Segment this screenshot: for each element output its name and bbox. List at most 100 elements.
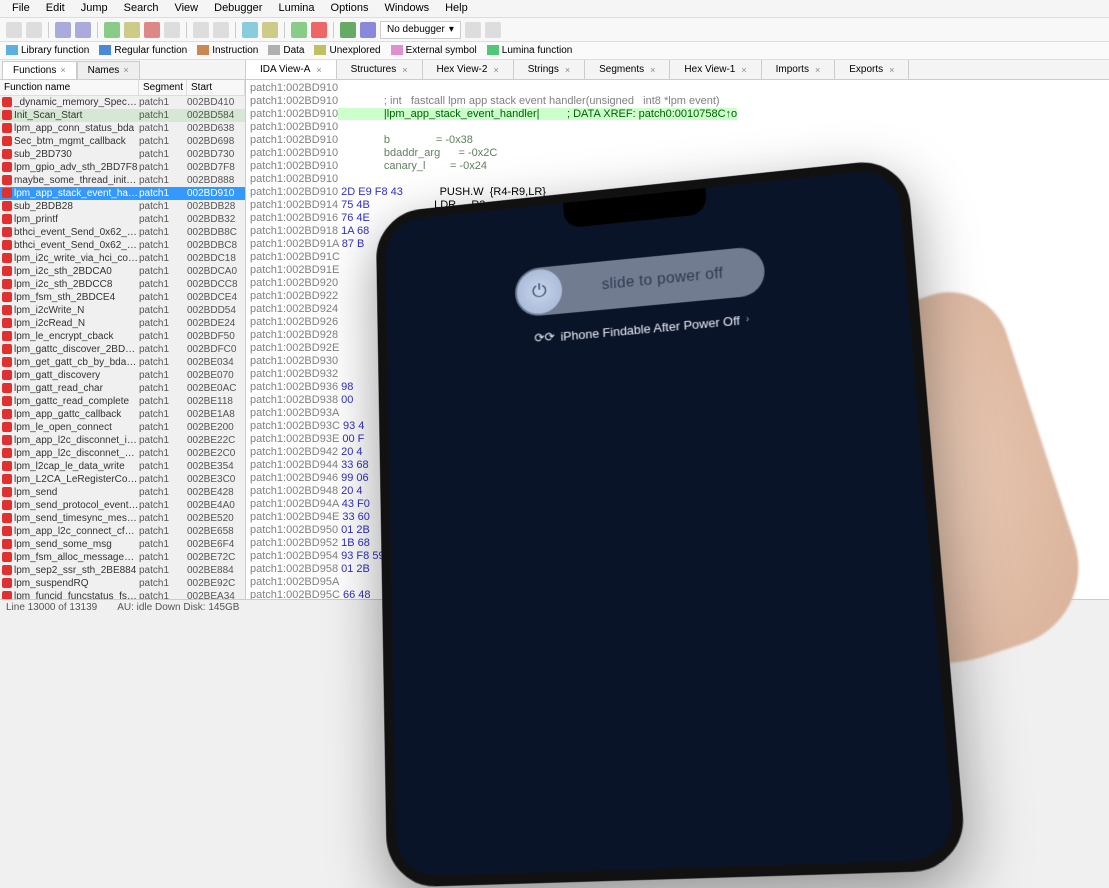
tab-exports[interactable]: Exports× <box>835 60 909 79</box>
dbg1-icon[interactable] <box>465 22 481 38</box>
menu-file[interactable]: File <box>4 0 38 17</box>
disasm-line[interactable]: patch1:002BD93A <box>250 407 1109 420</box>
col-start[interactable]: Start <box>187 80 245 95</box>
disasm-line[interactable]: patch1:002BD910 b = -0x38 <box>250 134 1109 147</box>
close-icon[interactable]: × <box>60 65 65 75</box>
disasm-line[interactable]: patch1:002BD936 98 <box>250 381 1109 394</box>
disasm-line[interactable]: patch1:002BD916 76 4E LDR R6, =... <box>250 212 1109 225</box>
disasm-line[interactable]: patch1:002BD910 <box>250 82 1109 95</box>
menu-search[interactable]: Search <box>116 0 167 17</box>
pause-icon[interactable] <box>360 22 376 38</box>
disasm-line[interactable]: patch1:002BD920 <box>250 277 1109 290</box>
tab-segments[interactable]: Segments× <box>585 60 670 79</box>
function-row[interactable]: bthci_event_Send_0x62_CommandC…patch1002… <box>0 226 245 239</box>
function-row[interactable]: maybe_some_thread_init_2BD888patch1002BD… <box>0 174 245 187</box>
disasm-line[interactable]: patch1:002BD944 33 68 <box>250 459 1109 472</box>
function-row[interactable]: lpm_suspendRQpatch1002BE92C <box>0 577 245 590</box>
dbg2-icon[interactable] <box>485 22 501 38</box>
disasm-line[interactable]: patch1:002BD926 <box>250 316 1109 329</box>
disassembly-view[interactable]: patch1:002BD910patch1:002BD910 ; int fas… <box>246 80 1109 599</box>
tab-imports[interactable]: Imports× <box>762 60 836 79</box>
menu-debugger[interactable]: Debugger <box>206 0 270 17</box>
disasm-line[interactable]: patch1:002BD918 1A 68 <box>250 225 1109 238</box>
function-row[interactable]: lpm_L2CA_LeRegisterConnectpatch1002BE3C0 <box>0 473 245 486</box>
menu-windows[interactable]: Windows <box>376 0 437 17</box>
disasm-line[interactable]: patch1:002BD950 01 2B <box>250 524 1109 537</box>
tab-hex-view-2[interactable]: Hex View-2× <box>423 60 514 79</box>
function-row[interactable]: Sec_btm_mgmt_callbackpatch1002BD698 <box>0 135 245 148</box>
disasm-line[interactable]: patch1:002BD928 et_handl <box>250 329 1109 342</box>
function-row[interactable]: lpm_i2c_sth_2BDCC8patch1002BDCC8 <box>0 278 245 291</box>
menu-jump[interactable]: Jump <box>73 0 116 17</box>
disasm-line[interactable]: patch1:002BD930 <box>250 355 1109 368</box>
str-icon[interactable] <box>262 22 278 38</box>
col-segment[interactable]: Segment <box>139 80 187 95</box>
disasm-line[interactable]: patch1:002BD91E <box>250 264 1109 277</box>
play-icon[interactable] <box>340 22 356 38</box>
fn-icon[interactable] <box>213 22 229 38</box>
function-row[interactable]: lpm_i2c_sth_2BDCA0patch1002BDCA0 <box>0 265 245 278</box>
function-row[interactable]: lpm_gattc_read_completepatch1002BE118 <box>0 395 245 408</box>
menu-view[interactable]: View <box>166 0 206 17</box>
disasm-line[interactable]: patch1:002BD938 00 <box>250 394 1109 407</box>
function-row[interactable]: Init_Scan_Startpatch1002BD584 <box>0 109 245 122</box>
menu-lumina[interactable]: Lumina <box>270 0 322 17</box>
function-row[interactable]: lpm_app_stack_event_handlerpatch1002BD91… <box>0 187 245 200</box>
function-row[interactable]: lpm_send_timesync_messagepatch1002BE520 <box>0 512 245 525</box>
disasm-line[interactable]: patch1:002BD910 canary_l = -0x24 <box>250 160 1109 173</box>
save-icon[interactable] <box>26 22 42 38</box>
disasm-line[interactable]: patch1:002BD922 <box>250 290 1109 303</box>
disasm-line[interactable]: patch1:002BD93C 93 4 <box>250 420 1109 433</box>
tab-hex-view-1[interactable]: Hex View-1× <box>670 60 761 79</box>
disasm-line[interactable]: patch1:002BD946 99 06 <box>250 472 1109 485</box>
close-icon[interactable]: × <box>123 65 128 75</box>
search-icon[interactable] <box>164 22 180 38</box>
function-row[interactable]: lpm_send_some_msgpatch1002BE6F4 <box>0 538 245 551</box>
function-row[interactable]: lpm_le_encrypt_cbackpatch1002BDF50 <box>0 330 245 343</box>
debugger-combo[interactable]: No debugger▾ <box>380 21 461 39</box>
function-row[interactable]: lpm_app_l2c_disconnet_cfm_cbpatch1002BE2… <box>0 447 245 460</box>
function-row[interactable]: _dynamic_memory_SpecialBlockPool…patch10… <box>0 96 245 109</box>
function-row[interactable]: lpm_printfpatch1002BDB32 <box>0 213 245 226</box>
function-row[interactable]: lpm_sendpatch1002BE428 <box>0 486 245 499</box>
disasm-line[interactable]: patch1:002BD910 bdaddr_arg = -0x2C <box>250 147 1109 160</box>
function-row[interactable]: lpm_gatt_read_charpatch1002BE0AC <box>0 382 245 395</box>
function-row[interactable]: lpm_funcid_funcstatus_fsm_2BEA34patch100… <box>0 590 245 599</box>
function-row[interactable]: lpm_gatt_discoverypatch1002BE070 <box>0 369 245 382</box>
function-row[interactable]: lpm_send_protocol_event_responsepatch100… <box>0 499 245 512</box>
disasm-line[interactable]: patch1:002BD910 <box>250 121 1109 134</box>
function-row[interactable]: sub_2BD730patch1002BD730 <box>0 148 245 161</box>
cancel-icon[interactable] <box>311 22 327 38</box>
disasm-line[interactable]: patch1:002BD95C 66 48 <box>250 589 1109 599</box>
function-row[interactable]: lpm_gpio_adv_sth_2BD7F8patch1002BD7F8 <box>0 161 245 174</box>
disasm-line[interactable]: patch1:002BD91A 87 B <box>250 238 1109 251</box>
col-function-name[interactable]: Function name <box>0 80 139 95</box>
function-row[interactable]: lpm_get_gatt_cb_by_bdaddr_2BE034patch100… <box>0 356 245 369</box>
tab-structures[interactable]: Structures× <box>337 60 423 79</box>
back-icon[interactable] <box>55 22 71 38</box>
menu-edit[interactable]: Edit <box>38 0 73 17</box>
menu-options[interactable]: Options <box>323 0 377 17</box>
disasm-line[interactable]: patch1:002BD92E <box>250 342 1109 355</box>
disasm-line[interactable]: patch1:002BD910 |lpm_app_stack_event_han… <box>250 108 1109 121</box>
function-row[interactable]: lpm_l2cap_le_data_writepatch1002BE354 <box>0 460 245 473</box>
hex2-icon[interactable] <box>242 22 258 38</box>
disasm-line[interactable]: patch1:002BD94A 43 F0 <box>250 498 1109 511</box>
fwd-icon[interactable] <box>75 22 91 38</box>
function-row[interactable]: lpm_gattc_discover_2BDFC0patch1002BDFC0 <box>0 343 245 356</box>
disasm-line[interactable]: patch1:002BD932 <box>250 368 1109 381</box>
disasm-line[interactable]: patch1:002BD910 <box>250 173 1109 186</box>
disasm-line[interactable]: patch1:002BD914 75 4B LDR R3, =canary_de… <box>250 199 1109 212</box>
function-row[interactable]: bthci_event_Send_0x62_CommandC…patch1002… <box>0 239 245 252</box>
text-icon[interactable] <box>104 22 120 38</box>
disasm-line[interactable]: patch1:002BD93E 00 F <box>250 433 1109 446</box>
open-icon[interactable] <box>6 22 22 38</box>
function-row[interactable]: lpm_app_l2c_disconnet_ind_cbpatch1002BE2… <box>0 434 245 447</box>
disasm-line[interactable]: patch1:002BD942 20 4 <box>250 446 1109 459</box>
function-row[interactable]: lpm_i2cWrite_Npatch1002BDD54 <box>0 304 245 317</box>
disasm-line[interactable]: patch1:002BD958 01 2B <box>250 563 1109 576</box>
cfg-icon[interactable] <box>193 22 209 38</box>
function-row[interactable]: lpm_app_l2c_connect_cfm_cbpatch1002BE658 <box>0 525 245 538</box>
function-row[interactable]: lpm_app_conn_status_bdapatch1002BD638 <box>0 122 245 135</box>
disasm-line[interactable]: patch1:002BD95A <box>250 576 1109 589</box>
